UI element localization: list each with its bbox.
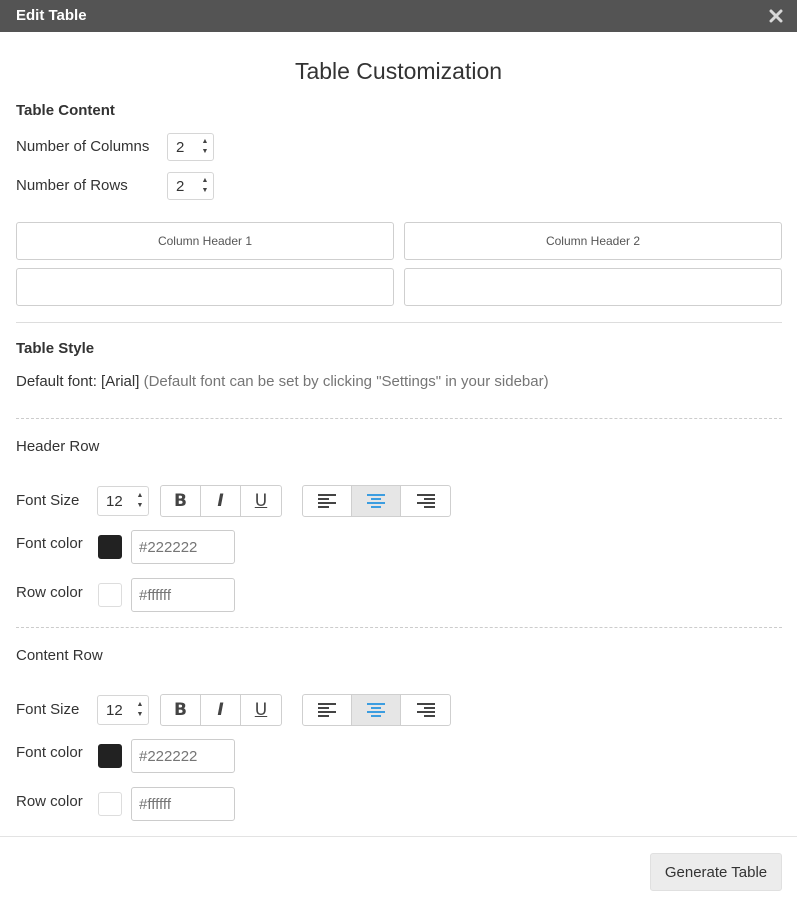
arrow-down-icon[interactable]: ▼ — [200, 186, 210, 196]
italic-icon: I — [217, 491, 224, 511]
generate-table-button[interactable]: Generate Table — [650, 853, 782, 891]
columns-label: Number of Columns — [16, 138, 150, 155]
bold-button[interactable]: B — [161, 486, 201, 516]
content-row-color-input[interactable] — [131, 787, 235, 821]
header-row-color-label: Row color — [16, 584, 83, 601]
align-right-button[interactable] — [401, 695, 450, 725]
content-align-group — [302, 694, 451, 726]
header-row-color-swatch[interactable] — [98, 583, 122, 607]
dashed-divider — [16, 418, 782, 419]
default-font-hint: (Default font can be set by clicking "Se… — [143, 373, 549, 390]
content-font-color-label: Font color — [16, 744, 83, 761]
dashed-divider — [16, 627, 782, 628]
header-format-group: B I U — [160, 485, 282, 517]
content-font-size-value: 12 — [106, 702, 123, 719]
arrow-up-icon[interactable]: ▲ — [135, 491, 145, 501]
arrow-up-icon[interactable]: ▲ — [135, 700, 145, 710]
default-font-note: Default font: [Arial] (Default font can … — [16, 373, 549, 390]
columns-stepper[interactable]: 2 ▲ ▼ — [167, 133, 214, 161]
header-align-group — [302, 485, 451, 517]
header-font-size-label: Font Size — [16, 492, 80, 509]
italic-button[interactable]: I — [201, 695, 241, 725]
align-center-icon — [367, 703, 385, 717]
content-font-size-stepper[interactable]: 12 ▲ ▼ — [97, 695, 149, 725]
dialog-title: Edit Table — [16, 7, 87, 24]
arrow-up-icon[interactable]: ▲ — [200, 137, 210, 147]
table-style-title: Table Style — [16, 340, 95, 357]
underline-icon: U — [254, 700, 268, 720]
content-format-group: B I U — [160, 694, 282, 726]
content-row-color-label: Row color — [16, 793, 83, 810]
content-font-color-swatch[interactable] — [98, 744, 122, 768]
header-font-size-value: 12 — [106, 493, 123, 510]
align-left-icon — [318, 494, 336, 508]
italic-icon: I — [217, 700, 224, 720]
align-right-icon — [416, 494, 435, 508]
content-row-color-swatch[interactable] — [98, 792, 122, 816]
header-font-color-label: Font color — [16, 535, 83, 552]
arrow-down-icon[interactable]: ▼ — [135, 501, 145, 511]
header-cell-2-input[interactable]: Column Header 2 — [404, 222, 782, 260]
dialog-titlebar: Edit Table — [0, 0, 797, 32]
close-icon[interactable] — [769, 9, 783, 23]
header-row-title: Header Row — [16, 438, 100, 455]
align-center-icon — [367, 494, 385, 508]
table-content-title: Table Content — [16, 102, 115, 119]
header-font-color-swatch[interactable] — [98, 535, 122, 559]
content-row-title: Content Row — [16, 647, 103, 664]
bold-icon: B — [174, 700, 187, 720]
underline-icon: U — [254, 491, 268, 511]
body-cell-2-input[interactable] — [404, 268, 782, 306]
section-divider — [16, 322, 782, 323]
page-title: Table Customization — [294, 58, 503, 84]
align-center-button[interactable] — [352, 695, 401, 725]
italic-button[interactable]: I — [201, 486, 241, 516]
rows-label: Number of Rows — [16, 177, 128, 194]
columns-value: 2 — [176, 139, 185, 156]
align-right-icon — [416, 703, 435, 717]
header-row-color-input[interactable] — [131, 578, 235, 612]
default-font-text: Default font: [Arial] — [16, 373, 140, 390]
align-left-button[interactable] — [303, 486, 352, 516]
align-center-button[interactable] — [352, 486, 401, 516]
bold-icon: B — [174, 491, 187, 511]
bold-button[interactable]: B — [161, 695, 201, 725]
header-font-color-input[interactable] — [131, 530, 235, 564]
header-cell-1-input[interactable]: Column Header 1 — [16, 222, 394, 260]
rows-stepper[interactable]: 2 ▲ ▼ — [167, 172, 214, 200]
align-left-button[interactable] — [303, 695, 352, 725]
footer-divider — [0, 836, 797, 837]
underline-button[interactable]: U — [241, 695, 281, 725]
content-font-size-label: Font Size — [16, 701, 80, 718]
rows-value: 2 — [176, 178, 185, 195]
underline-button[interactable]: U — [241, 486, 281, 516]
align-left-icon — [318, 703, 336, 717]
content-font-color-input[interactable] — [131, 739, 235, 773]
arrow-down-icon[interactable]: ▼ — [135, 710, 145, 720]
arrow-down-icon[interactable]: ▼ — [200, 147, 210, 157]
body-cell-1-input[interactable] — [16, 268, 394, 306]
header-font-size-stepper[interactable]: 12 ▲ ▼ — [97, 486, 149, 516]
arrow-up-icon[interactable]: ▲ — [200, 176, 210, 186]
align-right-button[interactable] — [401, 486, 450, 516]
